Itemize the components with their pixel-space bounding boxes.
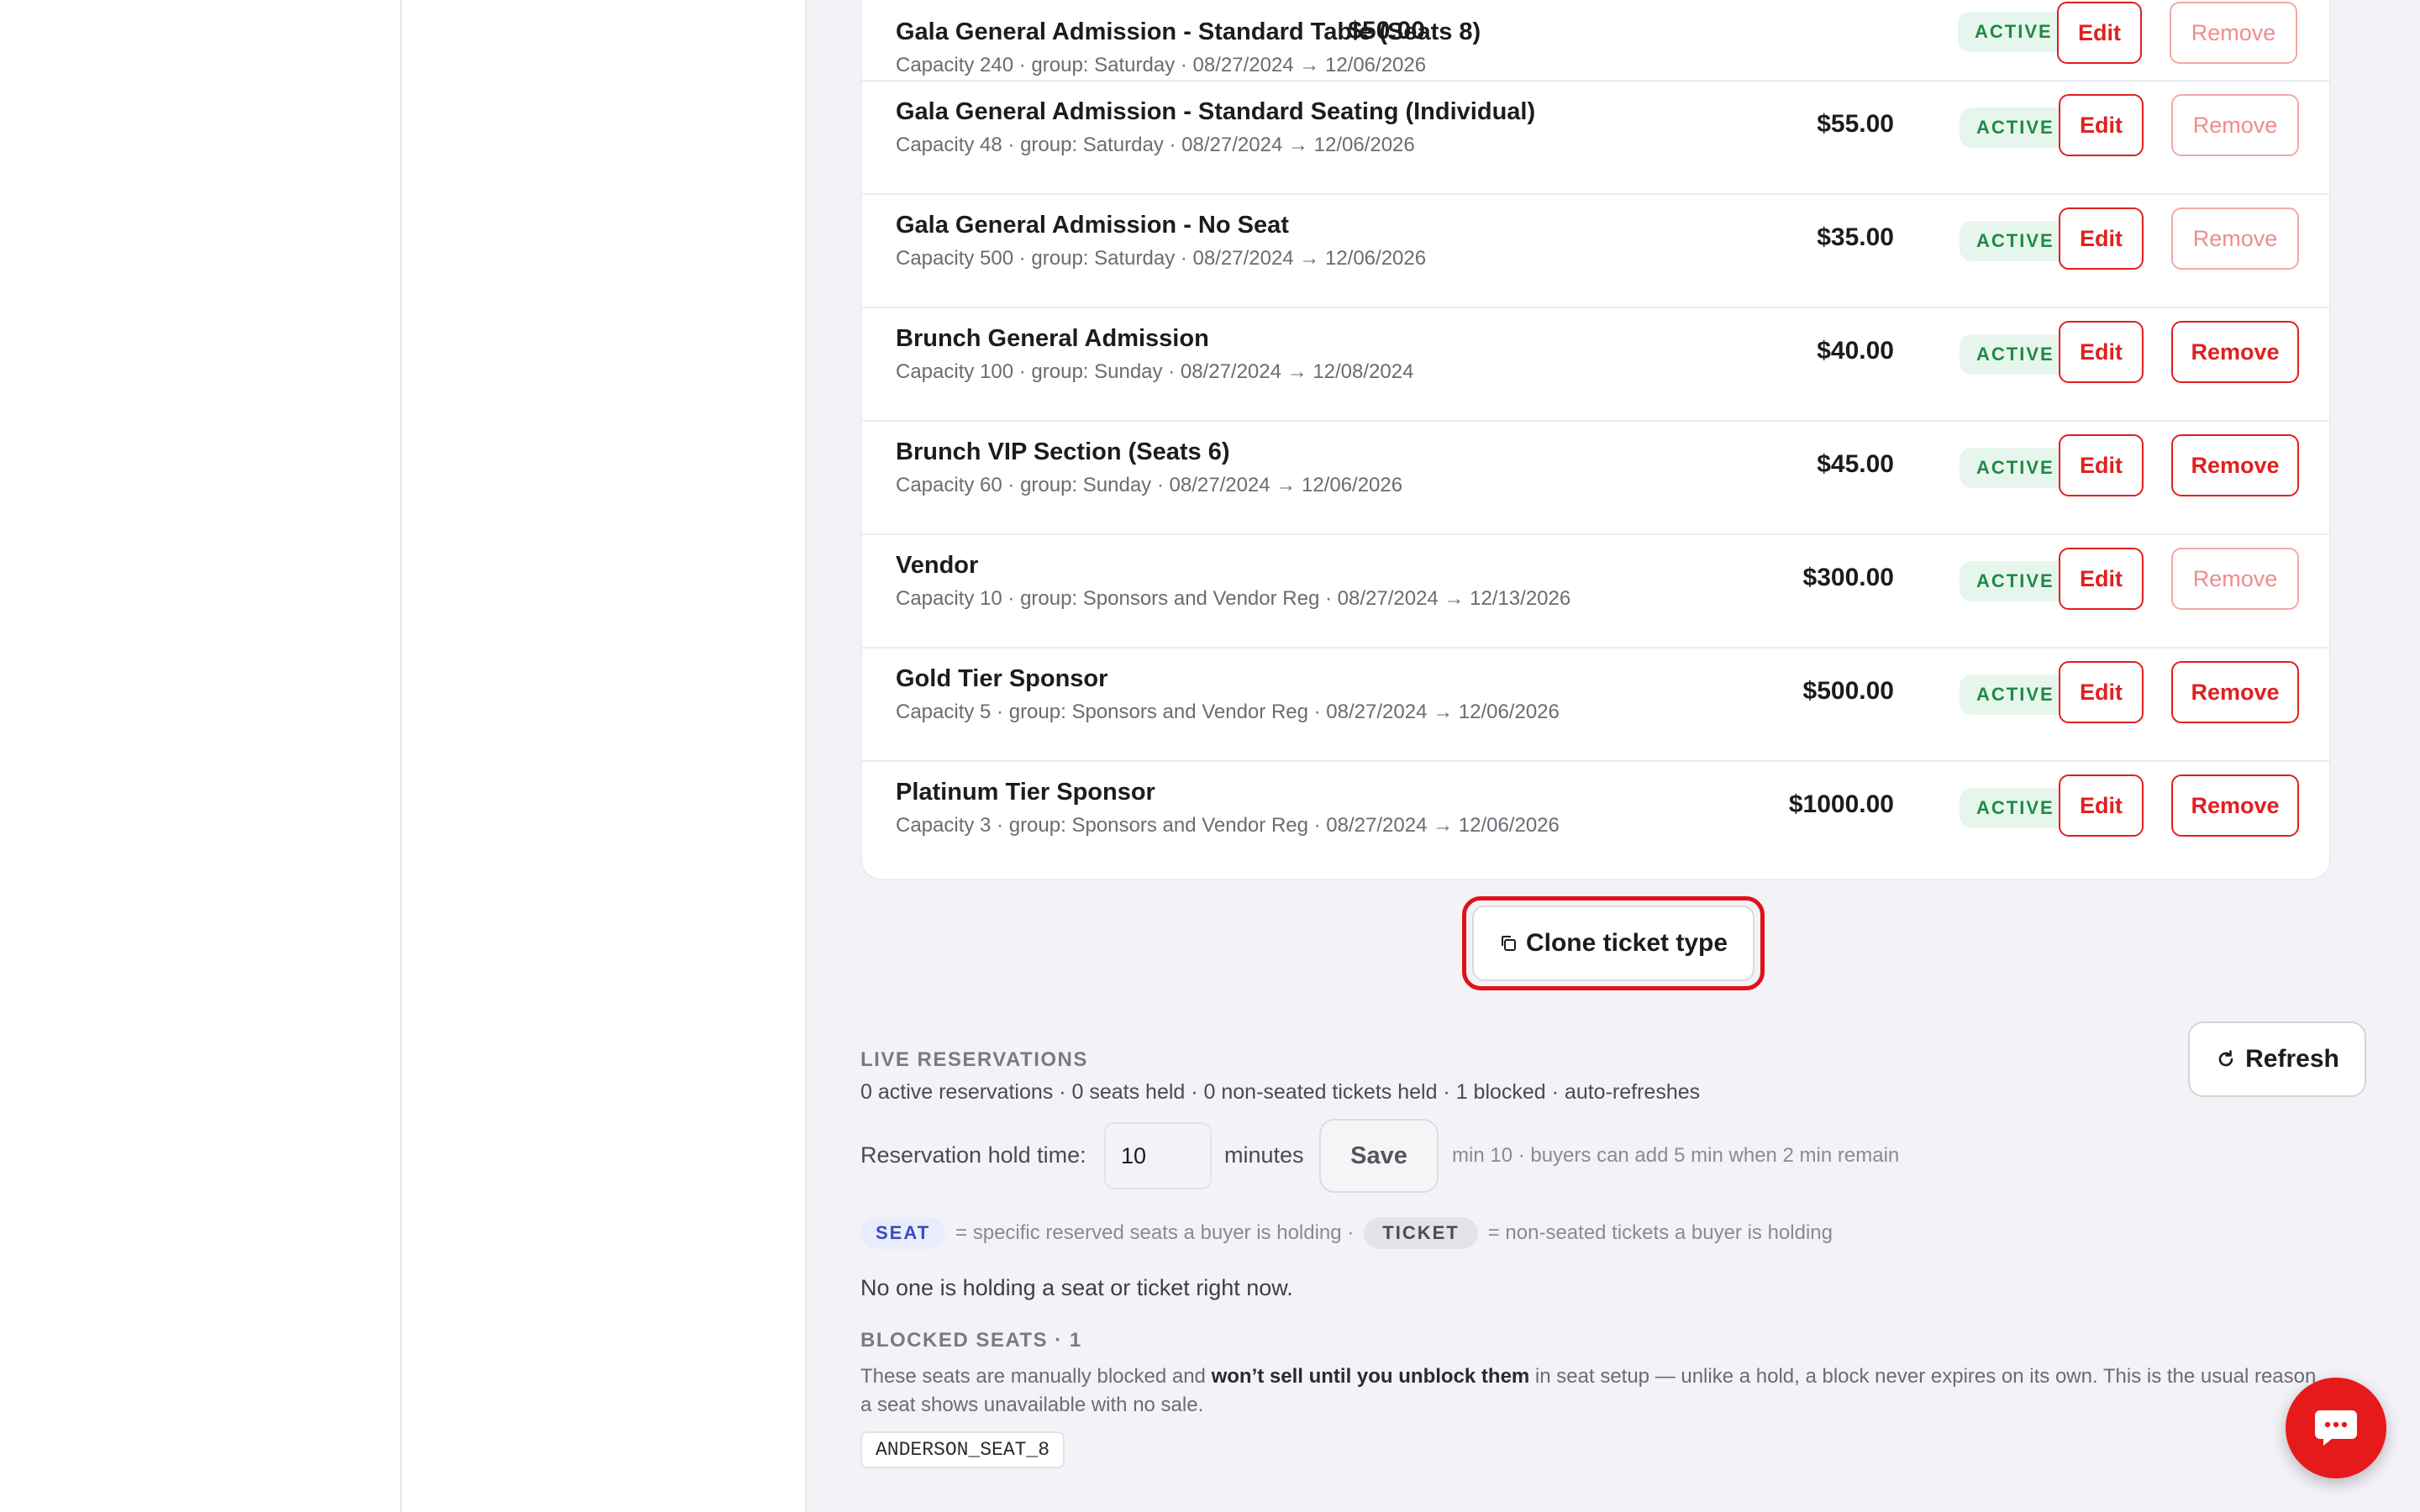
edit-button[interactable]: Edit	[2059, 321, 2144, 383]
ticket-name: Brunch VIP Section (Seats 6)	[896, 438, 1230, 465]
ticket-row: Gold Tier Sponsor Capacity 5 · group: Sp…	[862, 648, 2329, 762]
reservation-legend: SEAT = specific reserved seats a buyer i…	[860, 1215, 1833, 1252]
blocked-seat-tag: ANDERSON_SEAT_8	[860, 1431, 1065, 1468]
edit-button[interactable]: Edit	[2059, 207, 2144, 270]
ticket-name: Vendor	[896, 552, 979, 579]
ticket-price: $55.00	[1817, 110, 1894, 138]
status-badge: ACTIVE	[1960, 334, 2071, 375]
remove-button[interactable]: Remove	[2171, 434, 2299, 496]
remove-button[interactable]: Remove	[2171, 774, 2299, 837]
status-badge: ACTIVE	[1960, 448, 2071, 488]
status-badge: ACTIVE	[1960, 675, 2071, 715]
save-button[interactable]: Save	[1319, 1119, 1439, 1193]
ticket-row: Vendor Capacity 10 · group: Sponsors and…	[862, 535, 2329, 648]
edit-button[interactable]: Edit	[2059, 434, 2144, 496]
left-rail	[0, 0, 402, 1512]
chat-button[interactable]	[2286, 1378, 2386, 1478]
live-reservations-title: LIVE RESERVATIONS	[860, 1048, 1088, 1071]
ticket-price: $45.00	[1817, 450, 1894, 478]
hold-time-hint: min 10 · buyers can add 5 min when 2 min…	[1452, 1144, 1900, 1167]
status-badge: ACTIVE	[1960, 788, 2071, 828]
main-content: Gala General Admission - Standard Table …	[807, 0, 2420, 1512]
blocked-desc-part: These seats are manually blocked and	[860, 1365, 1212, 1388]
status-badge: ACTIVE	[1958, 12, 2070, 52]
clone-ticket-type-button[interactable]: Clone ticket type	[1472, 906, 1754, 981]
status-badge: ACTIVE	[1960, 221, 2071, 261]
ticket-price: $300.00	[1802, 564, 1894, 591]
ticket-meta: Capacity 240 · group: Saturday · 08/27/2…	[896, 54, 1427, 76]
ticket-row: Gala General Admission - Standard Seatin…	[862, 81, 2329, 195]
ticket-name: Gold Tier Sponsor	[896, 665, 1108, 692]
ticket-name: Gala General Admission - Standard Seatin…	[896, 98, 1536, 125]
ticket-legend-text: = non-seated tickets a buyer is holding	[1487, 1221, 1833, 1244]
blocked-seats-description: These seats are manually blocked and won…	[860, 1362, 2323, 1420]
ticket-name: Brunch General Admission	[896, 325, 1209, 352]
ticket-row: Brunch VIP Section (Seats 6) Capacity 60…	[862, 422, 2329, 535]
hold-time-input[interactable]	[1104, 1122, 1212, 1189]
ticket-row: Brunch General Admission Capacity 100 · …	[862, 308, 2329, 422]
edit-button[interactable]: Edit	[2059, 548, 2144, 610]
seat-pill: SEAT	[860, 1217, 946, 1249]
blocked-desc-emphasis: won’t sell until you unblock them	[1211, 1365, 1530, 1388]
status-badge: ACTIVE	[1960, 108, 2071, 148]
ticket-meta: Capacity 60 · group: Sunday · 08/27/2024…	[896, 474, 1403, 496]
ticket-row: Gala General Admission - No Seat Capacit…	[862, 195, 2329, 308]
remove-button[interactable]: Remove	[2171, 207, 2299, 270]
ticket-row: Platinum Tier Sponsor Capacity 3 · group…	[862, 762, 2329, 875]
edit-button[interactable]: Edit	[2059, 94, 2144, 156]
ticket-price: $35.00	[1817, 223, 1894, 251]
edit-button[interactable]: Edit	[2057, 2, 2142, 64]
edit-button[interactable]: Edit	[2059, 661, 2144, 723]
seat-legend-text: = specific reserved seats a buyer is hol…	[955, 1221, 1355, 1244]
ticket-meta: Capacity 100 · group: Sunday · 08/27/202…	[896, 360, 1414, 383]
refresh-button[interactable]: Refresh	[2188, 1021, 2366, 1097]
ticket-pill: TICKET	[1364, 1217, 1478, 1249]
ticket-price: $40.00	[1817, 337, 1894, 365]
ticket-meta: Capacity 48 · group: Saturday · 08/27/20…	[896, 134, 1415, 156]
ticket-meta: Capacity 500 · group: Saturday · 08/27/2…	[896, 247, 1427, 270]
ticket-name: Gala General Admission - No Seat	[896, 212, 1289, 239]
reservations-summary: 0 active reservations · 0 seats held · 0…	[860, 1080, 1701, 1104]
ticket-price: $1000.00	[1788, 790, 1894, 818]
edit-button[interactable]: Edit	[2059, 774, 2144, 837]
refresh-label: Refresh	[2245, 1045, 2339, 1073]
empty-holds-message: No one is holding a seat or ticket right…	[860, 1275, 1293, 1300]
sidebar-panel	[402, 0, 807, 1512]
remove-button[interactable]: Remove	[2171, 321, 2299, 383]
hold-time-label: Reservation hold time:	[860, 1142, 1086, 1168]
clone-button-label: Clone ticket type	[1525, 929, 1728, 957]
remove-button[interactable]: Remove	[2170, 2, 2297, 64]
refresh-icon	[2215, 1048, 2237, 1070]
blocked-seats-title: BLOCKED SEATS · 1	[860, 1329, 1082, 1352]
ticket-types-list: Gala General Admission - Standard Table …	[860, 0, 2331, 880]
ticket-meta: Capacity 10 · group: Sponsors and Vendor…	[896, 587, 1571, 610]
ticket-price: $50.00	[1348, 17, 1425, 45]
status-badge: ACTIVE	[1960, 561, 2071, 601]
ticket-meta: Capacity 5 · group: Sponsors and Vendor …	[896, 701, 1560, 723]
ticket-price: $500.00	[1802, 677, 1894, 705]
ticket-name: Platinum Tier Sponsor	[896, 779, 1155, 806]
minutes-label: minutes	[1224, 1142, 1304, 1168]
remove-button[interactable]: Remove	[2171, 94, 2299, 156]
chat-bubble-icon	[2313, 1407, 2359, 1449]
ticket-meta: Capacity 3 · group: Sponsors and Vendor …	[896, 814, 1560, 837]
copy-icon	[1499, 934, 1518, 953]
remove-button[interactable]: Remove	[2171, 661, 2299, 723]
remove-button[interactable]: Remove	[2171, 548, 2299, 610]
